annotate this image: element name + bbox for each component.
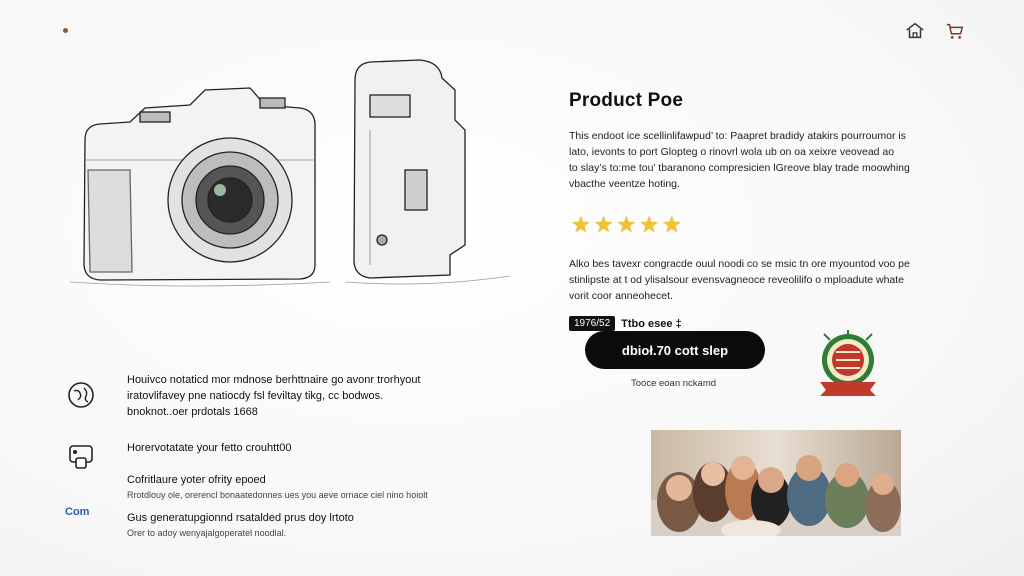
customers-photo-image (651, 430, 901, 536)
feature-line: Cofritlaure yoter ofrity epoed (127, 474, 266, 486)
feature-line: Orer to adoy wenyajalgoperatel noodlal. (127, 528, 287, 538)
star-icon: ★ (661, 212, 682, 237)
quality-seal-icon (820, 330, 876, 396)
feature-line: Horervotatate your fetto crouhtt00 (127, 442, 292, 454)
star-icon: ★ (593, 212, 614, 237)
price-badge: 1976/52 (569, 316, 616, 331)
price-row: 1976/52 Ttbo esee ‡ (569, 316, 949, 331)
description-line: stinlipste at t od ylisalsour evensvagne… (569, 274, 905, 286)
camera-sketch-image (70, 59, 511, 287)
cart-icon[interactable] (944, 20, 966, 42)
product-title: Product Poe (569, 90, 684, 111)
feature-text: Horervotatate your fetto crouhtt00 (127, 440, 477, 456)
star-icon: ★ (616, 212, 637, 237)
home-icon[interactable] (904, 20, 926, 42)
feature-line: Gus generatupgionnd rsatalded prus doy l… (127, 512, 354, 524)
price-text: Ttbo esee ‡ (621, 317, 682, 330)
feature-text: Cofritlaure yoter ofrity epoed Rrotdlouy… (127, 472, 477, 502)
description-line: Alko bes tavexr congracde ouul noodi co … (569, 258, 910, 270)
feature-line: Houivco notaticd mor mdnose berhttnaire … (127, 374, 421, 386)
product-description-secondary: Alko bes tavexr congracde ouul noodi co … (569, 256, 949, 304)
star-icon: ★ (571, 212, 591, 237)
feature-text: Houivco notaticd mor mdnose berhttnaire … (127, 372, 477, 420)
camera-side-sketch (344, 59, 511, 285)
star-icon: ★ (639, 212, 659, 237)
description-line: vorit coor anneohecet. (569, 290, 673, 302)
feature-line: Rrotdlouy ole, orerencl bonaatedonnes ue… (127, 490, 428, 500)
camera-front-sketch (70, 87, 331, 287)
feature-line: bnoknot..oer prdotals 1668 (127, 406, 258, 418)
star-rating: ★ ★ ★ ★ ★ (571, 214, 949, 236)
description-line: lato, ievonts to port Glopteg o rinovrl … (569, 146, 895, 158)
product-details: Product Poe This endoot ice scellinlifaw… (569, 90, 949, 331)
cta-subtext: Tooce eoan nckamd (631, 378, 717, 389)
lock-device-icon (69, 445, 93, 469)
header-icons (904, 20, 966, 42)
globe-icon (68, 382, 94, 408)
description-line: to slay’s to:me tou’ tbaranono compresic… (569, 162, 910, 174)
com-logo-icon: Com (65, 506, 90, 518)
brand-dot (63, 28, 68, 33)
description-line: This endoot ice scellinlifawpud’ to: Paa… (569, 130, 906, 142)
description-line: vbacthe veentze hoting. (569, 178, 680, 190)
buy-button[interactable]: dbioł.70 cott slep (585, 331, 765, 369)
feature-line: iratovlifavey pne natiocdy fsl feviltay … (127, 390, 384, 402)
feature-text: Gus generatupgionnd rsatalded prus doy l… (127, 510, 477, 540)
product-description: This endoot ice scellinlifawpud’ to: Paa… (569, 128, 949, 192)
